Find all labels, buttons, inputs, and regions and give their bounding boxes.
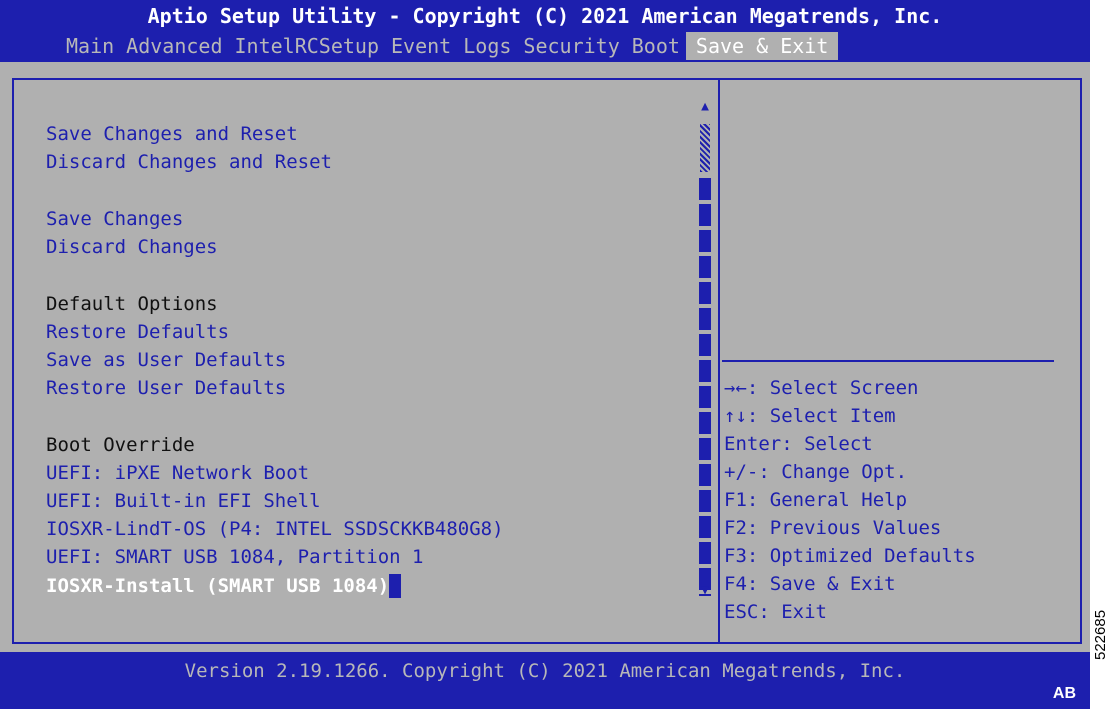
selected-item-label: IOSXR-Install (SMART USB 1084)	[46, 575, 390, 597]
help-f4: F4: Save & Exit	[724, 573, 896, 595]
tab-boot[interactable]: Boot	[626, 32, 686, 60]
menu-discard-changes-reset[interactable]: Discard Changes and Reset	[46, 150, 332, 174]
scrollbar[interactable]: ▲ ▼	[699, 100, 711, 610]
help-enter-select: Enter: Select	[724, 433, 873, 455]
menu-boot-iosxr-lindt[interactable]: IOSXR-LindT-OS (P4: INTEL SSDSCKKB480G8)	[46, 517, 504, 541]
tab-advanced[interactable]: Advanced	[120, 32, 228, 60]
menu-restore-user-defaults[interactable]: Restore User Defaults	[46, 376, 286, 400]
section-boot-override: Boot Override	[46, 434, 195, 456]
help-select-screen: →←: Select Screen	[724, 377, 919, 399]
scroll-up-arrow-icon[interactable]: ▲	[699, 100, 711, 114]
help-f3: F3: Optimized Defaults	[724, 545, 976, 567]
bios-screen: Aptio Setup Utility - Copyright (C) 2021…	[0, 0, 1090, 709]
version-text: Version 2.19.1266. Copyright (C) 2021 Am…	[184, 660, 906, 682]
menu-save-changes[interactable]: Save Changes	[46, 207, 183, 231]
menu-boot-iosxr-install[interactable]: IOSXR-Install (SMART USB 1084)	[46, 574, 402, 598]
menu-boot-efi-shell[interactable]: UEFI: Built-in EFI Shell	[46, 489, 321, 513]
footer-bar: Version 2.19.1266. Copyright (C) 2021 Am…	[0, 652, 1090, 709]
scrollbar-dither	[700, 124, 710, 172]
help-esc: ESC: Exit	[724, 601, 827, 623]
tab-main[interactable]: Main	[60, 32, 120, 60]
tab-bar: Main Advanced IntelRCSetup Event Logs Se…	[60, 32, 839, 60]
tab-security[interactable]: Security	[517, 32, 625, 60]
help-f1: F1: General Help	[724, 489, 908, 511]
tab-intelrcsetup[interactable]: IntelRCSetup	[229, 32, 386, 60]
window-title: Aptio Setup Utility - Copyright (C) 2021…	[147, 4, 943, 28]
panel-divider-vertical	[718, 78, 720, 644]
menu-boot-ipxe[interactable]: UEFI: iPXE Network Boot	[46, 461, 309, 485]
scroll-down-arrow-icon[interactable]: ▼	[699, 584, 711, 598]
help-divider	[722, 360, 1054, 362]
scrollbar-thumb[interactable]	[699, 178, 711, 596]
help-select-item: ↑↓: Select Item	[724, 405, 896, 427]
menu-save-changes-reset[interactable]: Save Changes and Reset	[46, 122, 298, 146]
menu-restore-defaults[interactable]: Restore Defaults	[46, 320, 229, 344]
tab-event-logs[interactable]: Event Logs	[385, 32, 517, 60]
text-cursor	[389, 574, 402, 598]
ab-badge: AB	[1052, 685, 1076, 702]
menu-boot-smart-usb[interactable]: UEFI: SMART USB 1084, Partition 1	[46, 545, 424, 569]
title-bar: Aptio Setup Utility - Copyright (C) 2021…	[0, 0, 1090, 62]
help-change-opt: +/-: Change Opt.	[724, 461, 908, 483]
help-f2: F2: Previous Values	[724, 517, 942, 539]
menu-discard-changes[interactable]: Discard Changes	[46, 235, 218, 259]
menu-save-user-defaults[interactable]: Save as User Defaults	[46, 348, 286, 372]
section-default-options: Default Options	[46, 293, 218, 315]
tab-save-exit[interactable]: Save & Exit	[685, 32, 839, 60]
figure-id: 522685	[1092, 609, 1109, 660]
